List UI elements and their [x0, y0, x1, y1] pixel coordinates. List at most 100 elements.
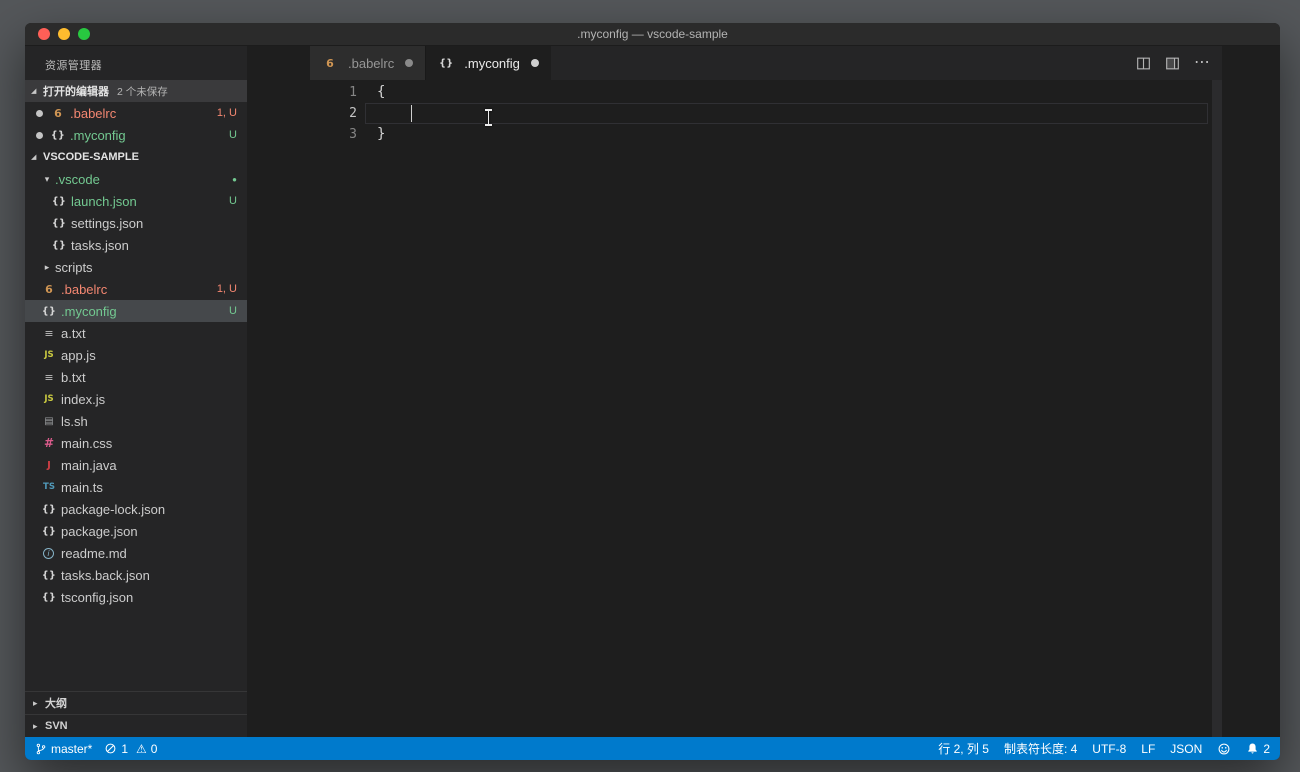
tree-item-package.json[interactable]: {} package.json	[25, 520, 247, 542]
tree-item-ls.sh[interactable]: ▤ ls.sh	[25, 410, 247, 432]
tree-item-b.txt[interactable]: ≡ b.txt	[25, 366, 247, 388]
tree-item-main.ts[interactable]: TS main.ts	[25, 476, 247, 498]
text-cursor	[410, 105, 413, 122]
file-label: launch.json	[71, 193, 137, 209]
explorer-sidebar: 资源管理器 ◢ 打开的编辑器 2 个未保存 6 .babelrc 1, U {} .my…	[25, 46, 247, 737]
tree-item-tsconfig.json[interactable]: {} tsconfig.json	[25, 586, 247, 608]
section-expanded-icon: ◢	[31, 154, 37, 161]
line-content: {	[377, 84, 386, 100]
tab-size-indicator[interactable]: 制表符长度: 4	[1004, 740, 1077, 757]
status-bar: master* 1 ⚠ 0 行 2, 列 5 制表符长度: 4 UTF-8 LF	[25, 737, 1280, 760]
split-editor-button[interactable]	[1136, 56, 1151, 71]
code-line-3[interactable]: 3}	[247, 124, 1222, 145]
tree-item-readme.md[interactable]: i readme.md	[25, 542, 247, 564]
status-left: master* 1 ⚠ 0	[35, 742, 157, 756]
git-status-badge: 1, U	[216, 107, 237, 119]
json-file-icon: {}	[50, 129, 66, 141]
toggle-layout-button[interactable]	[1165, 56, 1180, 71]
git-branch-indicator[interactable]: master*	[35, 742, 92, 756]
md-file-icon: i	[43, 547, 54, 559]
open-editors-header[interactable]: ◢ 打开的编辑器 2 个未保存	[25, 80, 247, 102]
file-label: package-lock.json	[61, 501, 166, 517]
file-label: a.txt	[61, 325, 86, 341]
editor-scrollbar[interactable]	[1212, 80, 1222, 737]
tree-item-tasks.back.json[interactable]: {} tasks.back.json	[25, 564, 247, 586]
tree-item-launch.json[interactable]: {} launch.json U	[25, 190, 247, 212]
editor-group: 6 .babelrc{} .myconfig ⋯ 1{2 3}	[247, 46, 1222, 737]
warning-count: 0	[150, 741, 158, 756]
git-status-badge: U	[229, 195, 237, 207]
file-label: tsconfig.json	[61, 589, 134, 605]
feedback-smiley-button[interactable]	[1217, 742, 1231, 756]
error-count: 1	[121, 741, 129, 756]
js-file-icon: JS	[44, 350, 54, 360]
workbench: 资源管理器 ◢ 打开的编辑器 2 个未保存 6 .babelrc 1, U {} .my…	[25, 46, 1280, 737]
unsaved-count-badge: 2 个未保存	[117, 85, 168, 98]
js-file-icon: JS	[44, 394, 54, 404]
more-actions-button[interactable]: ⋯	[1194, 55, 1210, 71]
language-mode-indicator[interactable]: JSON	[1170, 742, 1202, 756]
json-file-icon: {}	[41, 503, 57, 515]
outline-section-header[interactable]: ▸ 大纲	[25, 691, 247, 714]
vscode-window: .myconfig — vscode-sample 资源管理器 ◢ 打开的编辑器…	[25, 23, 1280, 760]
tree-item-index.js[interactable]: JS index.js	[25, 388, 247, 410]
cursor-position-indicator[interactable]: 行 2, 列 5	[938, 740, 989, 757]
tree-item-tasks.json[interactable]: {} tasks.json	[25, 234, 247, 256]
status-text: LF	[1141, 741, 1156, 756]
tree-item-settings.json[interactable]: {} settings.json	[25, 212, 247, 234]
tree-item-.babelrc[interactable]: 6 .babelrc 1, U	[25, 278, 247, 300]
code-line-1[interactable]: 1{	[247, 82, 1222, 103]
chevron-down-icon: ▾	[44, 173, 50, 184]
section-label: VSCODE-SAMPLE	[43, 151, 139, 163]
babel-file-icon: 6	[54, 106, 62, 120]
tab-.myconfig[interactable]: {} .myconfig	[426, 46, 551, 80]
branch-name: master*	[51, 741, 93, 756]
file-label: .myconfig	[61, 303, 117, 319]
json-file-icon: {}	[51, 195, 67, 207]
eol-indicator[interactable]: LF	[1141, 742, 1155, 756]
open-editor-item-.babelrc[interactable]: 6 .babelrc 1, U	[25, 102, 247, 124]
problems-indicator[interactable]: 1 ⚠ 0	[104, 742, 157, 756]
line-number: 1	[349, 85, 357, 100]
chevron-right-icon: ▸	[33, 720, 38, 731]
git-status-badge: ●	[232, 174, 237, 184]
status-text: 行 2, 列 5	[938, 742, 989, 756]
tree-item-scripts[interactable]: ▸ scripts	[25, 256, 247, 278]
tree-item-app.js[interactable]: JS app.js	[25, 344, 247, 366]
chevron-right-icon: ▸	[33, 697, 38, 708]
tree-item-main.java[interactable]: Jmain.java	[25, 454, 247, 476]
file-label: main.java	[61, 457, 117, 473]
svn-section-header[interactable]: ▸ SVN	[25, 714, 247, 737]
file-label: settings.json	[71, 215, 144, 231]
tree-item-.vscode[interactable]: ▾ .vscode ●	[25, 168, 247, 190]
titlebar[interactable]: .myconfig — vscode-sample	[25, 23, 1280, 46]
json-file-icon: {}	[51, 217, 67, 229]
tree-item-package-lock.json[interactable]: {} package-lock.json	[25, 498, 247, 520]
file-label: main.ts	[61, 479, 103, 495]
sidebar-title: 资源管理器	[45, 60, 102, 72]
open-editor-item-.myconfig[interactable]: {} .myconfig U	[25, 124, 247, 146]
editor-lines: 1{2 3}	[247, 82, 1222, 145]
tree-item-main.css[interactable]: # main.css	[25, 432, 247, 454]
notification-count: 2	[1263, 741, 1270, 756]
tab-.babelrc[interactable]: 6 .babelrc	[310, 46, 427, 80]
git-status-badge: U	[229, 129, 237, 141]
notifications-bell-button[interactable]: 2	[1246, 742, 1270, 756]
babel-file-icon: 6	[326, 56, 334, 70]
json-file-icon: {}	[41, 305, 57, 317]
tree-item-.myconfig[interactable]: {} .myconfig U	[25, 300, 247, 322]
toggle-layout-icon	[1166, 57, 1179, 69]
modified-dot-icon	[405, 59, 414, 67]
encoding-indicator[interactable]: UTF-8	[1092, 742, 1126, 756]
line-number: 3	[349, 127, 357, 142]
tree-item-a.txt[interactable]: ≡ a.txt	[25, 322, 247, 344]
code-line-2[interactable]: 2	[247, 103, 1222, 124]
project-section-header[interactable]: ◢ VSCODE-SAMPLE	[25, 146, 247, 168]
code-editor[interactable]: 1{2 3}	[247, 80, 1222, 737]
open-editors-list: 6 .babelrc 1, U {} .myconfig U	[25, 102, 247, 146]
file-label: package.json	[61, 523, 138, 539]
section-label: 打开的编辑器	[43, 86, 109, 98]
modified-dot-icon	[530, 59, 539, 67]
ts-file-icon: TS	[43, 482, 55, 492]
sidebar-empty-space	[25, 608, 247, 691]
